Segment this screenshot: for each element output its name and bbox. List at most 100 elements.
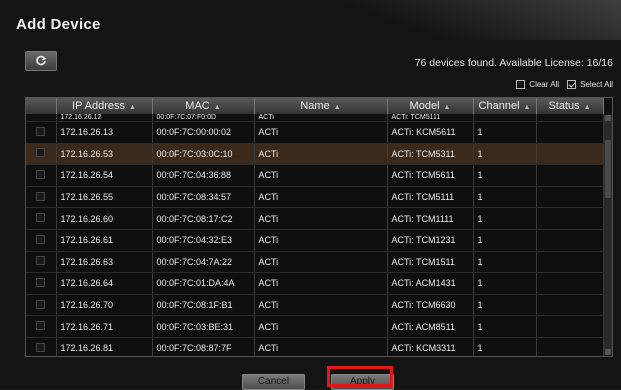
- header-checkbox-column: [26, 98, 57, 114]
- row-checkbox[interactable]: [36, 299, 46, 309]
- device-table: IP Address ▲ MAC ▲ Name ▲ Model ▲ Channel ▲ S…: [25, 97, 613, 357]
- table-row[interactable]: 172.16.26.61 00:0F:7C:04:32:E3 ACTi ACTi: T…: [26, 229, 604, 252]
- cell-name: ACTi: [254, 229, 388, 252]
- cell-ip: 172.16.26.13: [56, 121, 153, 144]
- column-header-channel[interactable]: Channel ▲: [473, 98, 537, 114]
- column-header-name[interactable]: Name ▲: [254, 98, 388, 114]
- row-checkbox[interactable]: [36, 126, 46, 136]
- row-checkbox[interactable]: [36, 148, 46, 158]
- cell-mac: 00:0F:7C:08:87:7F: [152, 337, 255, 356]
- table-row[interactable]: 172.16.26.71 00:0F:7C:03:BE:31 ACTi ACTi: A…: [26, 315, 604, 338]
- cell-status: [536, 294, 604, 317]
- cell-mac: 00:0F:7C:03:0C:10: [152, 143, 255, 166]
- table-header: IP Address ▲ MAC ▲ Name ▲ Model ▲ Channel ▲ S…: [26, 98, 604, 114]
- cell-status: [536, 114, 604, 122]
- table-row[interactable]: 172.16.26.54 00:0F:7C:04:36:88 ACTi ACTi: T…: [26, 164, 604, 187]
- table-row[interactable]: 172.16.26.63 00:0F:7C:04:7A:22 ACTi ACTi: T…: [26, 251, 604, 274]
- select-all-label[interactable]: Select All: [580, 80, 613, 89]
- cell-name: ACTi: [254, 143, 388, 166]
- cell-ip: 172.16.26.53: [56, 143, 153, 166]
- cell-status: [536, 251, 604, 274]
- table-row[interactable]: 172.16.26.13 00:0F:7C:00:00:02 ACTi ACTi: K…: [26, 121, 604, 144]
- column-header-status[interactable]: Status ▲: [536, 98, 604, 114]
- select-all-checkbox[interactable]: [567, 80, 577, 89]
- refresh-button[interactable]: [25, 51, 57, 71]
- table-row[interactable]: 172.16.26.55 00:0F:7C:08:34:57 ACTi ACTi: T…: [26, 186, 604, 209]
- cell-mac: 00:0F:7C:08:17:C2: [152, 207, 255, 230]
- cell-status: [536, 272, 604, 295]
- table-row[interactable]: 172.16.26.12 00:0F:7C:07:F0:0D ACTi ACTi…: [26, 114, 604, 122]
- cell-status: [536, 164, 604, 187]
- cell-ip: 172.16.26.63: [56, 251, 153, 274]
- cell-mac: 00:0F:7C:08:1F:B1: [152, 294, 255, 317]
- clear-all-label[interactable]: Clear All: [529, 80, 559, 89]
- cell-ip: 172.16.26.55: [56, 186, 153, 209]
- cell-model: ACTi: TCM6630: [387, 294, 474, 317]
- cell-status: [536, 186, 604, 209]
- cell-status: [536, 143, 604, 166]
- cell-mac: 00:0F:7C:04:7A:22: [152, 251, 255, 274]
- cell-name: ACTi: [254, 207, 388, 230]
- table-row[interactable]: 172.16.26.70 00:0F:7C:08:1F:B1 ACTi ACTi: T…: [26, 294, 604, 317]
- cell-ip: 172.16.26.61: [56, 229, 153, 252]
- cell-channel: 1: [473, 143, 537, 166]
- cell-channel: [473, 114, 537, 122]
- cell-channel: 1: [473, 186, 537, 209]
- cell-ip: 172.16.26.70: [56, 294, 153, 317]
- cell-channel: 1: [473, 315, 537, 338]
- cell-status: [536, 229, 604, 252]
- scroll-up-arrow[interactable]: [605, 115, 611, 121]
- cell-mac: 00:0F:7C:01:DA:4A: [152, 272, 255, 295]
- cell-name: ACTi: [254, 294, 388, 317]
- row-checkbox[interactable]: [36, 213, 46, 223]
- column-header-mac[interactable]: MAC ▲: [152, 98, 255, 114]
- cell-mac: 00:0F:7C:03:BE:31: [152, 315, 255, 338]
- cell-name: ACTi: [254, 121, 388, 144]
- cell-name: ACTi: [254, 164, 388, 187]
- row-checkbox[interactable]: [36, 191, 46, 201]
- cell-model: ACTi: TCM1511: [387, 251, 474, 274]
- cell-model: ACTi: TCM1231: [387, 229, 474, 252]
- scroll-down-arrow[interactable]: [605, 349, 611, 355]
- cell-ip: 172.16.26.81: [56, 337, 153, 356]
- cell-name: ACTi: [254, 114, 388, 122]
- cell-channel: 1: [473, 337, 537, 356]
- table-row[interactable]: 172.16.26.64 00:0F:7C:01:DA:4A ACTi ACTi: A…: [26, 272, 604, 295]
- devices-found-status: 76 devices found. Available License: 16/…: [414, 57, 613, 69]
- cell-mac: 00:0F:7C:07:F0:0D: [152, 114, 255, 122]
- cell-channel: 1: [473, 207, 537, 230]
- select-controls: Clear All Select All: [516, 80, 613, 89]
- cell-name: ACTi: [254, 186, 388, 209]
- refresh-icon: [36, 55, 47, 66]
- column-header-ip[interactable]: IP Address ▲: [56, 98, 153, 114]
- row-checkbox[interactable]: [36, 277, 46, 287]
- row-checkbox[interactable]: [36, 321, 46, 331]
- cell-mac: 00:0F:7C:00:00:02: [152, 121, 255, 144]
- cell-channel: 1: [473, 294, 537, 317]
- table-row[interactable]: 172.16.26.60 00:0F:7C:08:17:C2 ACTi ACTi: T…: [26, 207, 604, 230]
- cell-model: ACTi: TCM5111: [387, 114, 474, 122]
- cell-model: ACTi: TCM5611: [387, 164, 474, 187]
- cell-status: [536, 121, 604, 144]
- table-row[interactable]: 172.16.26.81 00:0F:7C:08:87:7F ACTi ACTi: K…: [26, 337, 604, 356]
- row-checkbox[interactable]: [36, 342, 46, 352]
- row-checkbox[interactable]: [36, 256, 46, 266]
- cell-name: ACTi: [254, 272, 388, 295]
- row-checkbox[interactable]: [36, 169, 46, 179]
- cell-model: ACTi: TCM5111: [387, 186, 474, 209]
- table-row[interactable]: 172.16.26.53 00:0F:7C:03:0C:10 ACTi ACTi: T…: [26, 143, 604, 166]
- dialog-title: Add Device: [16, 16, 101, 33]
- table-scrollbar[interactable]: [604, 115, 612, 355]
- cancel-button[interactable]: Cancel: [242, 374, 305, 390]
- column-header-model[interactable]: Model ▲: [387, 98, 474, 114]
- cell-name: ACTi: [254, 337, 388, 356]
- scroll-thumb[interactable]: [605, 140, 611, 198]
- clear-all-checkbox[interactable]: [516, 80, 526, 89]
- cell-ip: 172.16.26.12: [56, 114, 153, 122]
- row-checkbox[interactable]: [36, 234, 46, 244]
- cell-mac: 00:0F:7C:04:36:88: [152, 164, 255, 187]
- cell-status: [536, 315, 604, 338]
- cell-channel: 1: [473, 272, 537, 295]
- cell-ip: 172.16.26.60: [56, 207, 153, 230]
- cell-ip: 172.16.26.71: [56, 315, 153, 338]
